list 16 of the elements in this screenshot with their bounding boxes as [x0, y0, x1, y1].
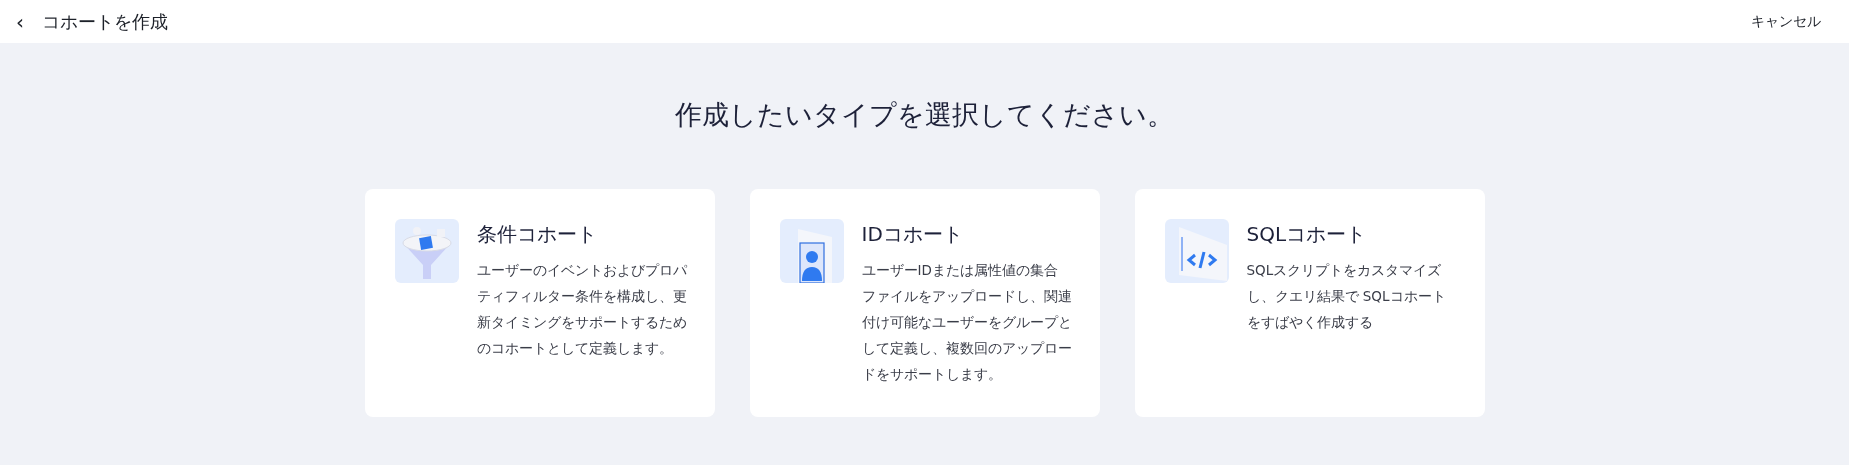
card-description: ユーザーのイベントおよびプロパティフィルター条件を構成し、更新タイミングをサポートするためのコホートとして定義します。: [476, 261, 687, 358]
card-title: 条件コホート: [476, 221, 598, 248]
cohort-type-card[interactable]: SQLコホート SQLスクリプトをカスタマイズし、クエリ結果で SQLコホートをすばやく作成する: [1134, 189, 1485, 417]
card-description: ユーザーIDまたは属性値の集合ファイルをアップロードし、関連付け可能なユーザーをグループとして定義し、複数回のアップロードをサポートします。: [861, 261, 1072, 384]
cohort-type-card[interactable]: 条件コホート ユーザーのイベントおよびプロパティフィルター条件を構成し、更新タイミングをサポートするためのコホートとして定義します。: [364, 189, 715, 417]
card-description: SQLスクリプトをカスタマイズし、クエリ結果で SQLコホートをすばやく作成する: [1246, 261, 1447, 332]
back-button[interactable]: ‹: [10, 11, 30, 32]
code-window-icon: [1164, 219, 1229, 283]
page-heading: 作成したいタイプを選択してください。: [675, 98, 1174, 132]
funnel-icon: [394, 219, 459, 283]
card-title: IDコホート: [861, 221, 964, 248]
cancel-button[interactable]: キャンセル: [1745, 12, 1827, 31]
card-title: SQLコホート: [1246, 221, 1368, 248]
cohort-type-card[interactable]: IDコホート ユーザーIDまたは属性値の集合ファイルをアップロードし、関連付け可能なユーザーをグループとして定義し、複数回のアップロードをサポートします。: [749, 189, 1100, 417]
page-title: コホートを作成: [42, 9, 168, 34]
id-card-icon: [779, 219, 844, 283]
